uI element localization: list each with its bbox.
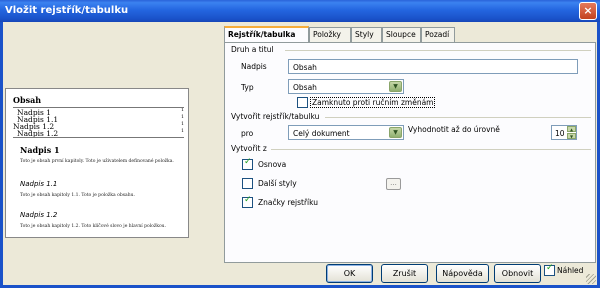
level-spinbox[interactable]: 10 ▲ ▼: [551, 125, 577, 140]
protect-checkbox[interactable]: [297, 97, 308, 108]
section-separator: [285, 50, 591, 51]
section-create-index-label: Vytvořit rejstřík/tabulku: [231, 112, 320, 121]
preview-checkbox-label[interactable]: Náhled: [557, 266, 583, 275]
title-input[interactable]: Obsah: [288, 59, 578, 74]
outline-checkbox[interactable]: [242, 157, 253, 170]
type-label: Typ: [241, 83, 254, 92]
dialog-title: Vložit rejstřík/tabulku: [5, 5, 129, 16]
section-separator: [271, 149, 591, 150]
tab-entries[interactable]: Položky: [309, 27, 351, 42]
section-type-title-label: Druh a titul: [231, 45, 274, 54]
close-button[interactable]: ×: [579, 2, 597, 20]
preview-divider: [13, 107, 184, 108]
tab-panel: Druh a titul Nadpis Obsah Typ Obsah ▼ Za…: [224, 42, 596, 263]
for-label: pro: [241, 129, 254, 138]
spin-up-icon[interactable]: ▲: [567, 126, 576, 132]
ok-button[interactable]: OK: [326, 264, 373, 283]
tab-background[interactable]: Pozadí: [421, 27, 455, 42]
reset-button[interactable]: Obnovit: [494, 264, 541, 283]
preview-paragraph: Toto je obsah první kapitoly. Toto je už…: [20, 159, 174, 164]
preview-checkbox[interactable]: [544, 263, 555, 276]
tab-columns[interactable]: Sloupce: [382, 27, 421, 42]
protect-checkbox-label[interactable]: Zamknuto proti ručním změnám: [310, 97, 436, 108]
preview-divider: [13, 137, 184, 138]
evaluate-level-label: Vyhodnotit až do úrovně: [408, 125, 500, 134]
section-create-from-label: Vytvořit z: [231, 144, 267, 153]
preview-toc-entry: Nadpis 1.2 1: [17, 129, 184, 138]
title-label: Nadpis: [241, 62, 267, 71]
additional-styles-checkbox[interactable]: [242, 178, 253, 189]
assign-styles-button[interactable]: ...: [386, 178, 401, 190]
tab-styles[interactable]: Styly: [351, 27, 382, 42]
tab-index-table[interactable]: Rejstřík/tabulka: [224, 26, 309, 42]
chevron-down-icon: ▼: [389, 127, 402, 138]
preview-pane: Obsah Nadpis 1 1 Nadpis 1.1 1 Nadpis 1.2…: [5, 88, 189, 238]
dialog-titlebar: Vložit rejstřík/tabulku ×: [0, 0, 600, 22]
preview-toc-entry: Nadpis 1 1: [17, 108, 184, 117]
preview-toc-entry: Nadpis 1.1 1: [17, 115, 184, 124]
type-select[interactable]: Obsah ▼: [288, 79, 404, 94]
cancel-button[interactable]: Zrušit: [381, 264, 428, 283]
resize-grip[interactable]: [586, 274, 596, 284]
preview-heading-1: Nadpis 1: [20, 145, 60, 155]
preview-heading-1-1: Nadpis 1.1: [20, 180, 58, 188]
index-marks-label[interactable]: Značky rejstříku: [258, 198, 318, 207]
preview-toc-entry: Nadpis 1.2 1: [13, 122, 184, 131]
chevron-down-icon: ▼: [389, 81, 402, 92]
preview-heading-1-2: Nadpis 1.2: [20, 211, 58, 219]
outline-checkbox-label[interactable]: Osnova: [258, 160, 286, 169]
close-icon: ×: [583, 4, 593, 17]
preview-paragraph: Toto je obsah kapitoly 1.2. Toto klíčové…: [20, 224, 166, 229]
preview-toc-title: Obsah: [13, 95, 42, 105]
section-separator: [325, 117, 591, 118]
scope-select[interactable]: Celý dokument ▼: [288, 125, 404, 140]
spin-down-icon[interactable]: ▼: [567, 133, 576, 139]
help-button[interactable]: Nápověda: [436, 264, 489, 283]
index-marks-checkbox[interactable]: [242, 195, 253, 208]
preview-paragraph: Toto je obsah kapitoly 1.1. Toto je polo…: [20, 193, 135, 198]
additional-styles-label[interactable]: Další styly: [258, 179, 297, 188]
